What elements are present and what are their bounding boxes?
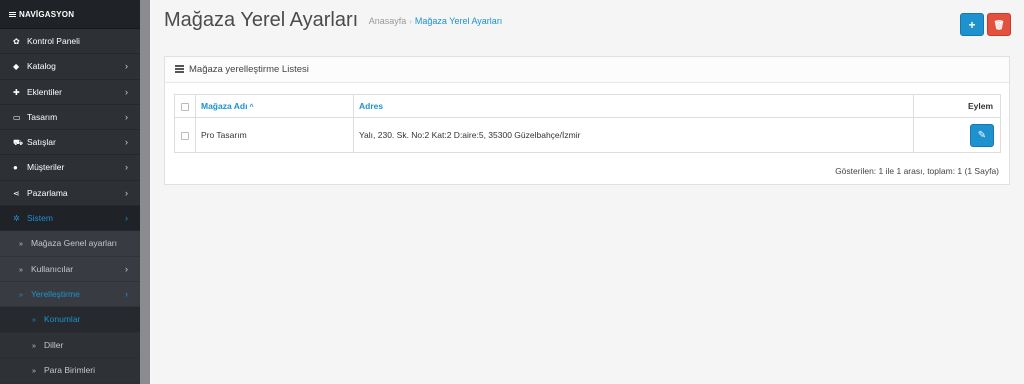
pagination-info: Gösterilen: 1 ile 1 arası, toplam: 1 (1 …: [835, 166, 999, 176]
table-row: Pro Tasarım Yalı, 230. Sk. No:2 Kat:2 D:…: [174, 117, 1001, 153]
sidebar-item-dashboard[interactable]: ✿ Kontrol Paneli: [0, 29, 140, 55]
cell-store-name: Pro Tasarım: [195, 117, 354, 153]
sidebar-item-languages[interactable]: » Diller: [0, 332, 140, 358]
edit-button[interactable]: ✎: [970, 123, 994, 147]
hamburger-icon: [9, 11, 16, 18]
chevron-down-icon: ›: [125, 213, 128, 224]
sidebar-item-label: Satışlar: [27, 137, 56, 148]
pencil-icon: ✎: [977, 129, 987, 141]
breadcrumb-separator-icon: ›: [409, 16, 412, 26]
sidebar: NAVİGASYON ✿ Kontrol Paneli ◆ Katalog › ✚ E…: [0, 0, 150, 384]
double-chevron-icon: »: [19, 241, 23, 249]
monitor-icon: ▭: [13, 112, 21, 122]
sidebar-item-label: Mağaza Genel ayarları: [31, 238, 117, 249]
column-action-label: Eylem: [967, 101, 993, 111]
cell-address: Yalı, 230. Sk. No:2 Kat:2 D:aire:5, 3530…: [353, 117, 914, 153]
share-icon: ⋖: [13, 188, 20, 198]
sidebar-item-label: Kullanıcılar: [31, 263, 74, 274]
sidebar-item-store-settings[interactable]: » Mağaza Genel ayarları: [0, 231, 140, 257]
sidebar-item-label: Eklentiler: [27, 86, 62, 97]
navigation-title: NAVİGASYON: [19, 10, 75, 19]
sidebar-item-label: Sistem: [27, 213, 53, 224]
sort-asc-icon: ^: [249, 104, 254, 111]
sidebar-item-label: Para Birimleri: [44, 364, 96, 375]
double-chevron-icon: »: [32, 342, 36, 350]
chevron-right-icon: ›: [125, 137, 128, 148]
breadcrumb-home-link[interactable]: Anasayfa: [369, 16, 407, 26]
add-button[interactable]: +: [960, 13, 984, 36]
column-header-action: Eylem: [913, 94, 1001, 118]
cart-icon: ⛟: [13, 138, 24, 148]
table-header-row: Mağaza Adı ^ Adres Eylem: [174, 94, 1001, 118]
chevron-right-icon: ›: [125, 162, 128, 173]
double-chevron-icon: »: [32, 317, 36, 325]
tag-icon: ◆: [13, 62, 20, 72]
select-all-cell: [174, 94, 196, 118]
row-select-cell: [174, 117, 196, 153]
chevron-right-icon: ›: [125, 86, 128, 97]
list-panel: Mağaza yerelleştirme Listesi Mağaza Adı ^…: [164, 56, 1010, 185]
sidebar-item-label: Pazarlama: [27, 187, 68, 198]
plus-icon: +: [968, 18, 976, 32]
column-address-label: Adres: [359, 101, 384, 111]
sidebar-item-sales[interactable]: ⛟ Satışlar ›: [0, 130, 140, 156]
sidebar-item-system[interactable]: ✲ Sistem ›: [0, 206, 140, 232]
breadcrumb-current-link[interactable]: Mağaza Yerel Ayarları: [415, 16, 502, 26]
chevron-right-icon: ›: [125, 187, 128, 198]
sidebar-item-users[interactable]: » Kullanıcılar ›: [0, 257, 140, 282]
sidebar-item-label: Yerelleştirme: [31, 288, 80, 299]
sidebar-item-locations[interactable]: » Konumlar: [0, 307, 140, 333]
sidebar-item-customers[interactable]: ● Müşteriler ›: [0, 155, 140, 181]
list-icon: [175, 64, 184, 74]
sidebar-shadow: [140, 0, 150, 384]
sidebar-item-label: Konumlar: [44, 314, 81, 325]
chevron-down-icon: ›: [125, 288, 128, 299]
sidebar-item-marketing[interactable]: ⋖ Pazarlama ›: [0, 181, 140, 207]
gear-icon: ✲: [13, 214, 20, 224]
chevron-right-icon: ›: [125, 111, 128, 122]
navigation-header[interactable]: NAVİGASYON: [0, 0, 140, 29]
column-header-name[interactable]: Mağaza Adı ^: [195, 94, 354, 118]
sidebar-item-currencies[interactable]: » Para Birimleri: [0, 357, 140, 384]
trash-icon: 🗑: [993, 20, 1005, 30]
cell-action: ✎: [913, 117, 1001, 153]
double-chevron-icon: »: [19, 291, 23, 299]
sidebar-item-label: Diller: [44, 339, 64, 350]
panel-title: Mağaza yerelleştirme Listesi: [189, 64, 309, 75]
puzzle-icon: ✚: [13, 87, 20, 97]
panel-heading: Mağaza yerelleştirme Listesi: [165, 57, 1009, 83]
main-content: Mağaza Yerel Ayarları Anasayfa › Mağaza Ye…: [150, 0, 1024, 384]
delete-button[interactable]: 🗑: [987, 13, 1011, 36]
chevron-right-icon: ›: [125, 61, 128, 72]
sidebar-item-label: Katalog: [27, 61, 56, 72]
sidebar-item-design[interactable]: ▭ Tasarım ›: [0, 105, 140, 131]
sidebar-item-localization[interactable]: » Yerelleştirme ›: [0, 281, 140, 308]
sidebar-item-extensions[interactable]: ✚ Eklentiler ›: [0, 80, 140, 105]
chevron-right-icon: ›: [125, 263, 128, 274]
dashboard-icon: ✿: [13, 37, 20, 46]
column-header-address[interactable]: Adres: [353, 94, 914, 118]
sidebar-item-label: Müşteriler: [27, 162, 65, 173]
column-name-label: Mağaza Adı: [201, 101, 248, 111]
sidebar-item-catalog[interactable]: ◆ Katalog ›: [0, 54, 140, 80]
system-submenu: » Mağaza Genel ayarları » Kullanıcılar › »…: [0, 231, 140, 308]
select-all-checkbox[interactable]: [181, 102, 189, 111]
user-icon: ●: [13, 163, 18, 173]
page-header: Mağaza Yerel Ayarları Anasayfa › Mağaza Ye…: [164, 9, 502, 32]
breadcrumb: Anasayfa › Mağaza Yerel Ayarları: [369, 16, 503, 26]
double-chevron-icon: »: [19, 266, 23, 274]
store-table: Mağaza Adı ^ Adres Eylem Pro Tasarım Yalı…: [174, 94, 1001, 153]
localization-submenu: » Konumlar » Diller » Para Birimleri: [0, 307, 140, 384]
sidebar-item-label: Tasarım: [27, 111, 58, 122]
sidebar-item-label: Kontrol Paneli: [27, 36, 80, 46]
page-title: Mağaza Yerel Ayarları: [164, 9, 359, 31]
double-chevron-icon: »: [32, 367, 36, 375]
row-checkbox[interactable]: [181, 131, 189, 140]
